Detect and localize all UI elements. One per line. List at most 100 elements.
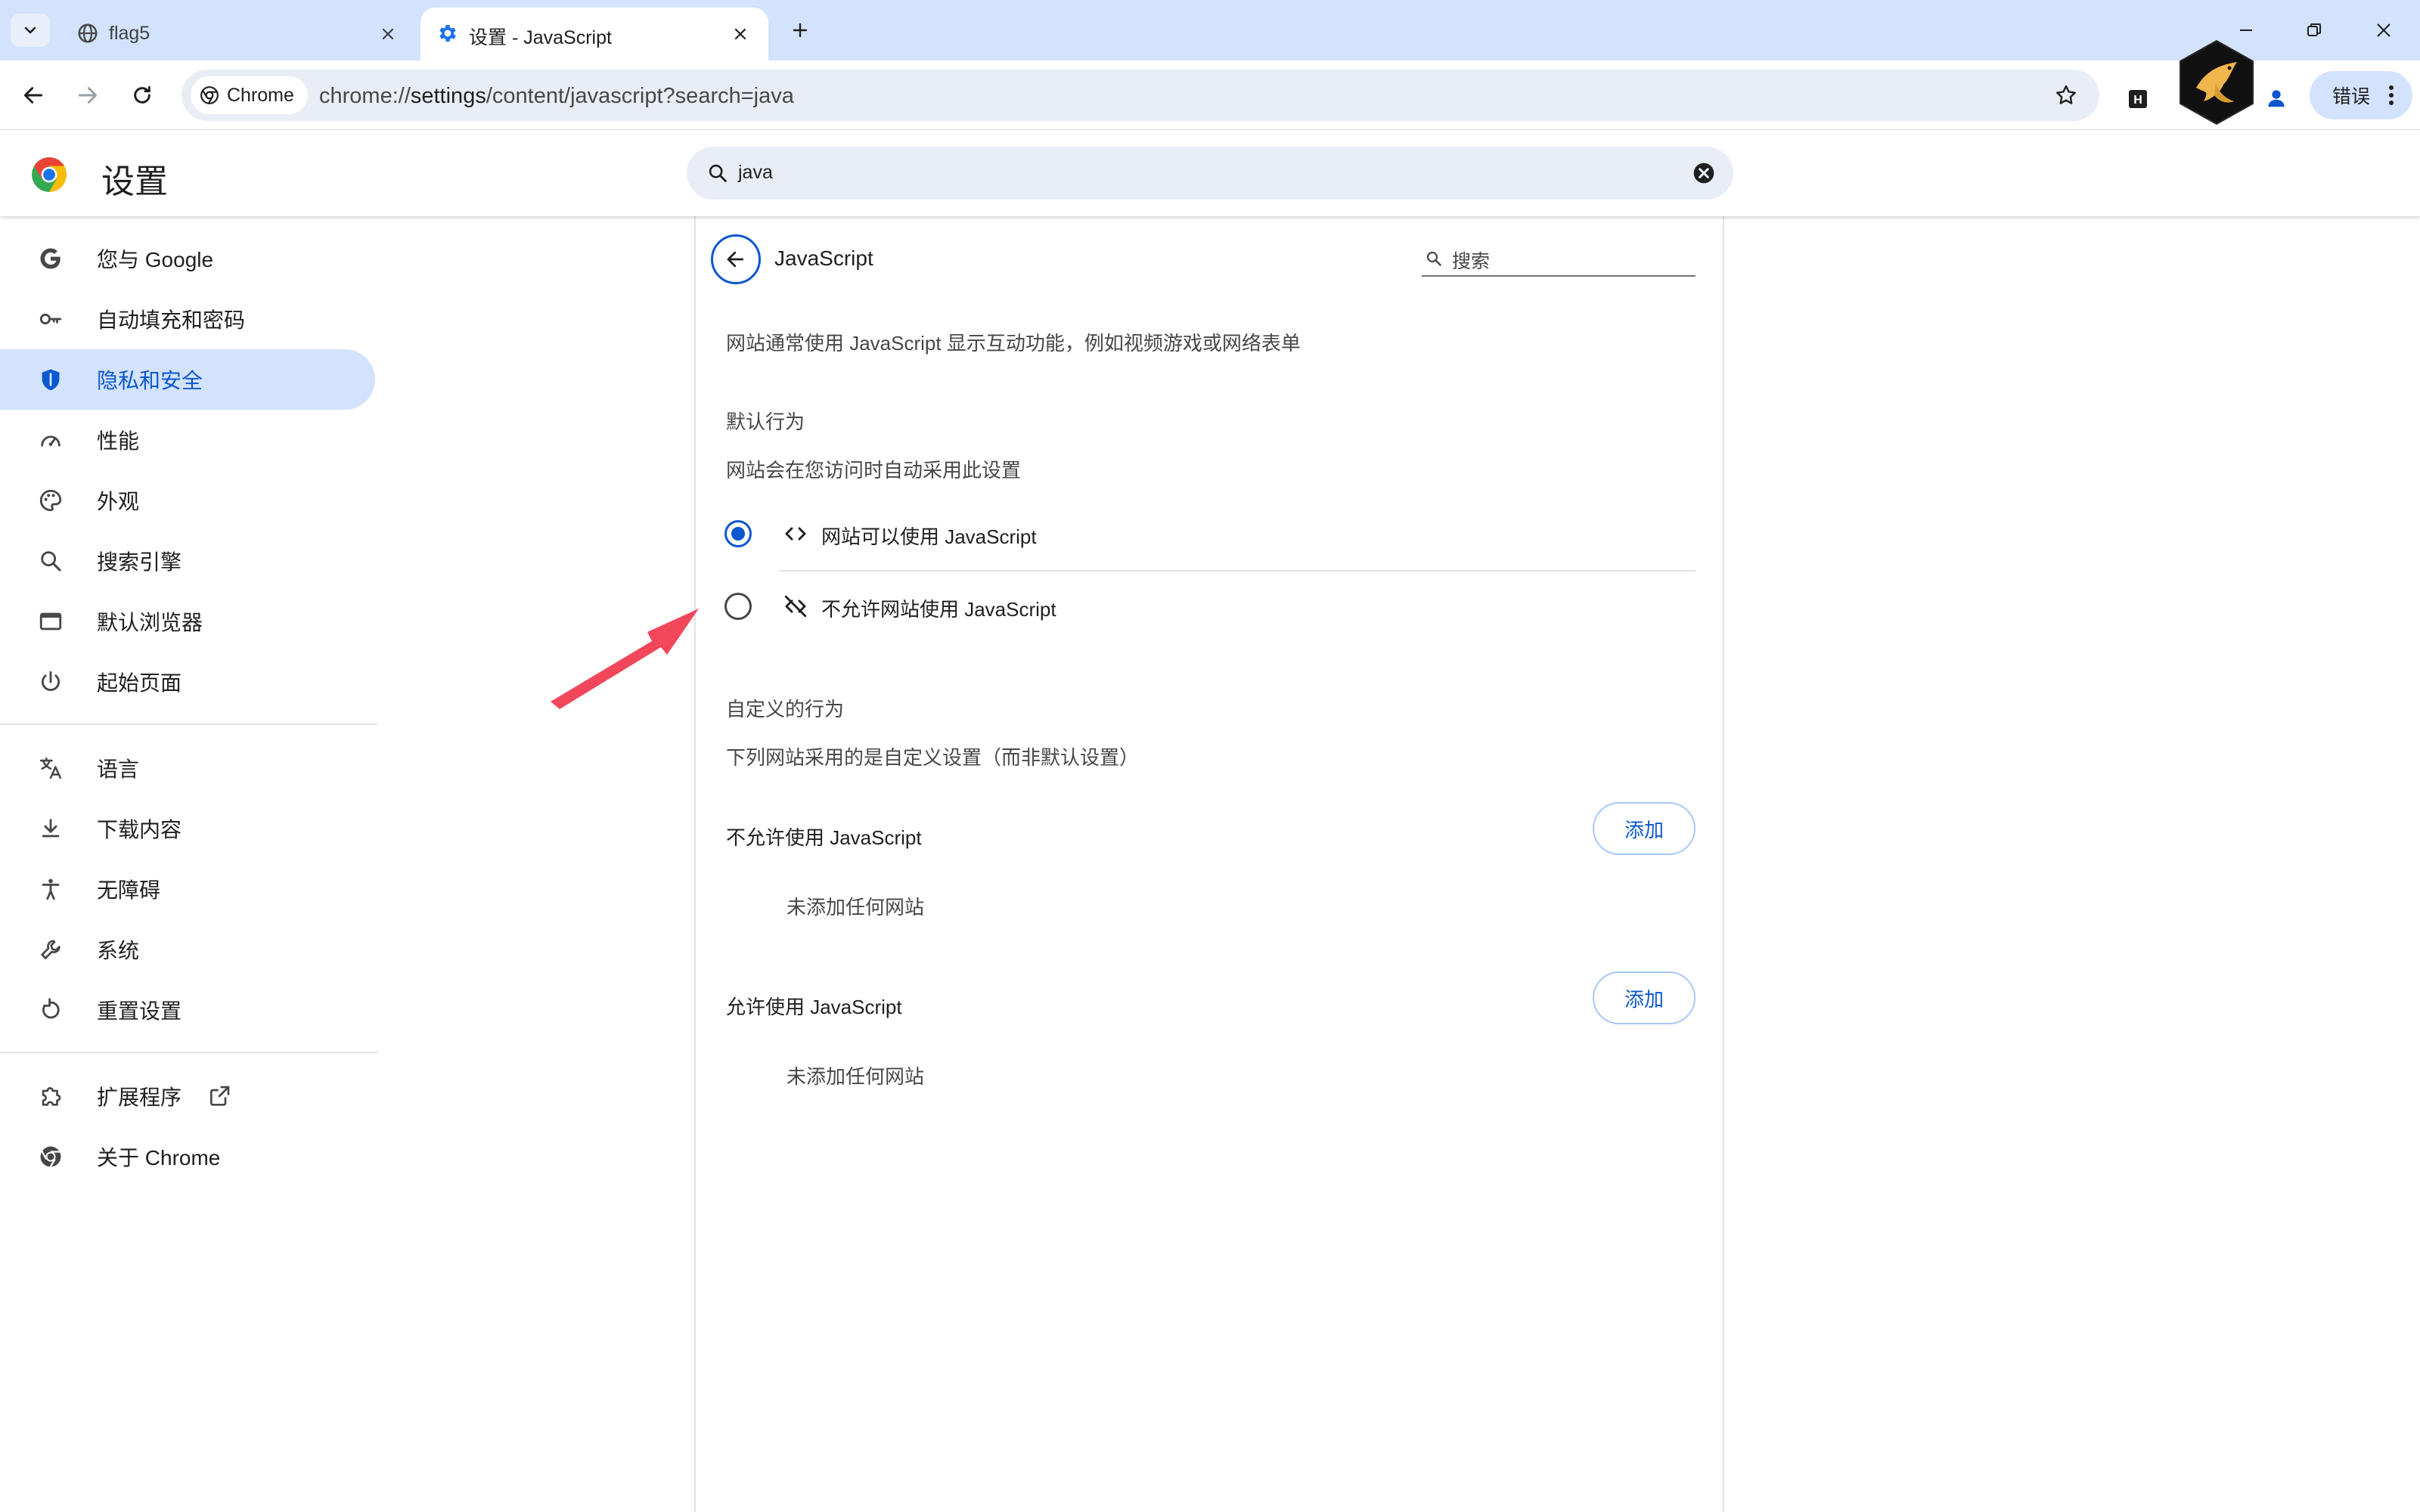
bookmark-star-icon[interactable] xyxy=(2051,80,2081,110)
bird-extension-icon[interactable] xyxy=(2176,39,2257,125)
site-chip-label: Chrome xyxy=(227,84,294,106)
back-button[interactable] xyxy=(15,77,51,113)
sidebar-item-label: 自动填充和密码 xyxy=(97,308,246,332)
code-off-icon xyxy=(780,591,811,621)
option-allow-label[interactable]: 网站可以使用 JavaScript xyxy=(821,522,1037,550)
search-icon xyxy=(35,545,67,577)
close-tab-icon[interactable] xyxy=(377,23,399,45)
option-block-label[interactable]: 不允许网站使用 JavaScript xyxy=(821,594,1056,622)
search-placeholder: 搜索 xyxy=(1452,251,1491,272)
sidebar-item-search-engine[interactable]: 搜索引擎 xyxy=(0,531,375,591)
reset-icon xyxy=(35,994,67,1026)
browser-toolbar: Chrome chrome://settings/content/javascr… xyxy=(0,60,2420,130)
new-tab-button[interactable] xyxy=(783,15,817,45)
chrome-icon xyxy=(200,86,219,104)
close-window-button[interactable] xyxy=(2361,14,2406,47)
globe-icon xyxy=(74,20,101,47)
arrow-left-icon xyxy=(727,251,744,268)
accessibility-icon xyxy=(35,873,67,905)
default-behavior-subtitle: 网站会在您访问时自动采用此设置 xyxy=(726,459,1022,482)
tab-title: flag5 xyxy=(109,23,150,44)
add-allowed-site-button[interactable]: 添加 xyxy=(1593,971,1696,1024)
settings-search-field[interactable]: java xyxy=(687,147,1733,200)
url-scheme: chrome:// xyxy=(319,84,411,108)
sidebar-item-label: 下载内容 xyxy=(97,818,182,841)
palette-icon xyxy=(35,485,67,516)
add-blocked-site-button[interactable]: 添加 xyxy=(1593,802,1696,855)
sidebar-item-label: 关于 Chrome xyxy=(97,1146,221,1170)
site-search-input[interactable]: 搜索 xyxy=(1422,242,1696,277)
speedometer-icon xyxy=(35,424,67,456)
code-icon xyxy=(780,519,811,549)
forward-button[interactable] xyxy=(70,77,106,113)
sidebar-divider xyxy=(0,1052,378,1053)
wrench-icon xyxy=(35,934,67,965)
restore-icon xyxy=(2307,23,2321,36)
sidebar-item-accessibility[interactable]: 无障碍 xyxy=(0,859,375,919)
sidebar-item-label: 无障碍 xyxy=(97,878,161,902)
profile-avatar-icon[interactable] xyxy=(2258,80,2294,116)
sidebar-item-about-chrome[interactable]: 关于 Chrome xyxy=(0,1126,375,1187)
extension-h-icon[interactable]: H xyxy=(2122,83,2154,115)
page-title: JavaScript xyxy=(774,246,873,270)
google-g-icon xyxy=(35,243,67,274)
allowed-section-label: 允许使用 JavaScript xyxy=(726,996,902,1018)
minimize-icon xyxy=(2240,29,2252,31)
default-behavior-heading: 默认行为 xyxy=(726,411,805,433)
close-tab-icon[interactable] xyxy=(729,23,752,45)
custom-behavior-heading: 自定义的行为 xyxy=(726,698,845,720)
close-icon xyxy=(2377,23,2391,37)
power-icon xyxy=(35,666,67,698)
sidebar-item-extensions[interactable]: 扩展程序 xyxy=(0,1066,375,1126)
javascript-settings-card: JavaScript 搜索 网站通常使用 JavaScript 显示互动功能，例… xyxy=(694,216,1724,1512)
tab-settings-javascript[interactable]: 设置 - JavaScript xyxy=(420,8,768,60)
settings-search-value[interactable]: java xyxy=(738,162,773,184)
tab-search-button[interactable] xyxy=(11,14,50,47)
sidebar-item-startup[interactable]: 起始页面 xyxy=(0,652,375,712)
arrow-right-icon xyxy=(78,87,98,104)
sidebar-divider xyxy=(0,723,378,725)
page-description: 网站通常使用 JavaScript 显示互动功能，例如视频游戏或网络表单 xyxy=(726,332,1301,355)
kebab-menu-icon xyxy=(2389,85,2394,105)
radio-allow-javascript[interactable] xyxy=(724,520,752,547)
address-bar[interactable]: Chrome chrome://settings/content/javascr… xyxy=(182,70,2099,121)
back-to-privacy-button[interactable] xyxy=(711,234,761,284)
sidebar-item-appearance[interactable]: 外观 xyxy=(0,470,375,531)
url-text[interactable]: chrome://settings/content/javascript?sea… xyxy=(319,84,794,109)
sidebar-item-system[interactable]: 系统 xyxy=(0,919,375,980)
sidebar-item-downloads[interactable]: 下载内容 xyxy=(0,798,375,859)
sidebar-item-languages[interactable]: 语言 xyxy=(0,738,375,798)
search-icon xyxy=(1422,246,1446,271)
download-icon xyxy=(35,813,67,844)
custom-behavior-subtitle: 下列网站采用的是自定义设置（而非默认设置） xyxy=(726,746,1140,769)
url-path: /content/javascript?search=java xyxy=(486,84,794,108)
site-info-chip[interactable]: Chrome xyxy=(191,76,308,114)
sidebar-item-label: 扩展程序 xyxy=(97,1086,182,1109)
sidebar-item-reset[interactable]: 重置设置 xyxy=(0,980,375,1040)
sidebar-item-performance[interactable]: 性能 xyxy=(0,410,375,470)
puzzle-icon xyxy=(35,1080,67,1112)
gear-icon xyxy=(434,20,461,47)
sidebar-item-default-browser[interactable]: 默认浏览器 xyxy=(0,591,375,652)
allowed-empty-message: 未添加任何网站 xyxy=(786,1065,925,1088)
reload-button[interactable] xyxy=(124,77,160,113)
clear-search-icon[interactable] xyxy=(1689,159,1718,187)
open-in-new-icon xyxy=(206,1083,233,1110)
sidebar-item-privacy[interactable]: 隐私和安全 xyxy=(0,349,375,410)
tab-flag5[interactable]: flag5 xyxy=(60,8,416,60)
arrow-left-icon xyxy=(23,87,43,104)
translate-icon xyxy=(35,752,67,784)
sidebar-item-label: 默认浏览器 xyxy=(97,611,203,634)
radio-block-javascript[interactable] xyxy=(724,593,752,620)
restore-button[interactable] xyxy=(2291,14,2337,47)
chrome-logo-icon xyxy=(30,156,68,194)
sidebar-item-label: 起始页面 xyxy=(97,671,182,695)
settings-sidebar: 您与 Google 自动填充和密码 隐私和安全 性能 外观 搜索引擎 默认浏览器… xyxy=(0,216,378,1512)
option-divider xyxy=(779,570,1696,572)
error-label: 错误 xyxy=(2332,86,2371,107)
reload-icon xyxy=(134,85,150,104)
sidebar-item-autofill[interactable]: 自动填充和密码 xyxy=(0,289,375,349)
error-menu-button[interactable]: 错误 xyxy=(2310,71,2412,119)
sidebar-item-you-and-google[interactable]: 您与 Google xyxy=(0,228,375,289)
sidebar-item-label: 系统 xyxy=(97,939,140,962)
